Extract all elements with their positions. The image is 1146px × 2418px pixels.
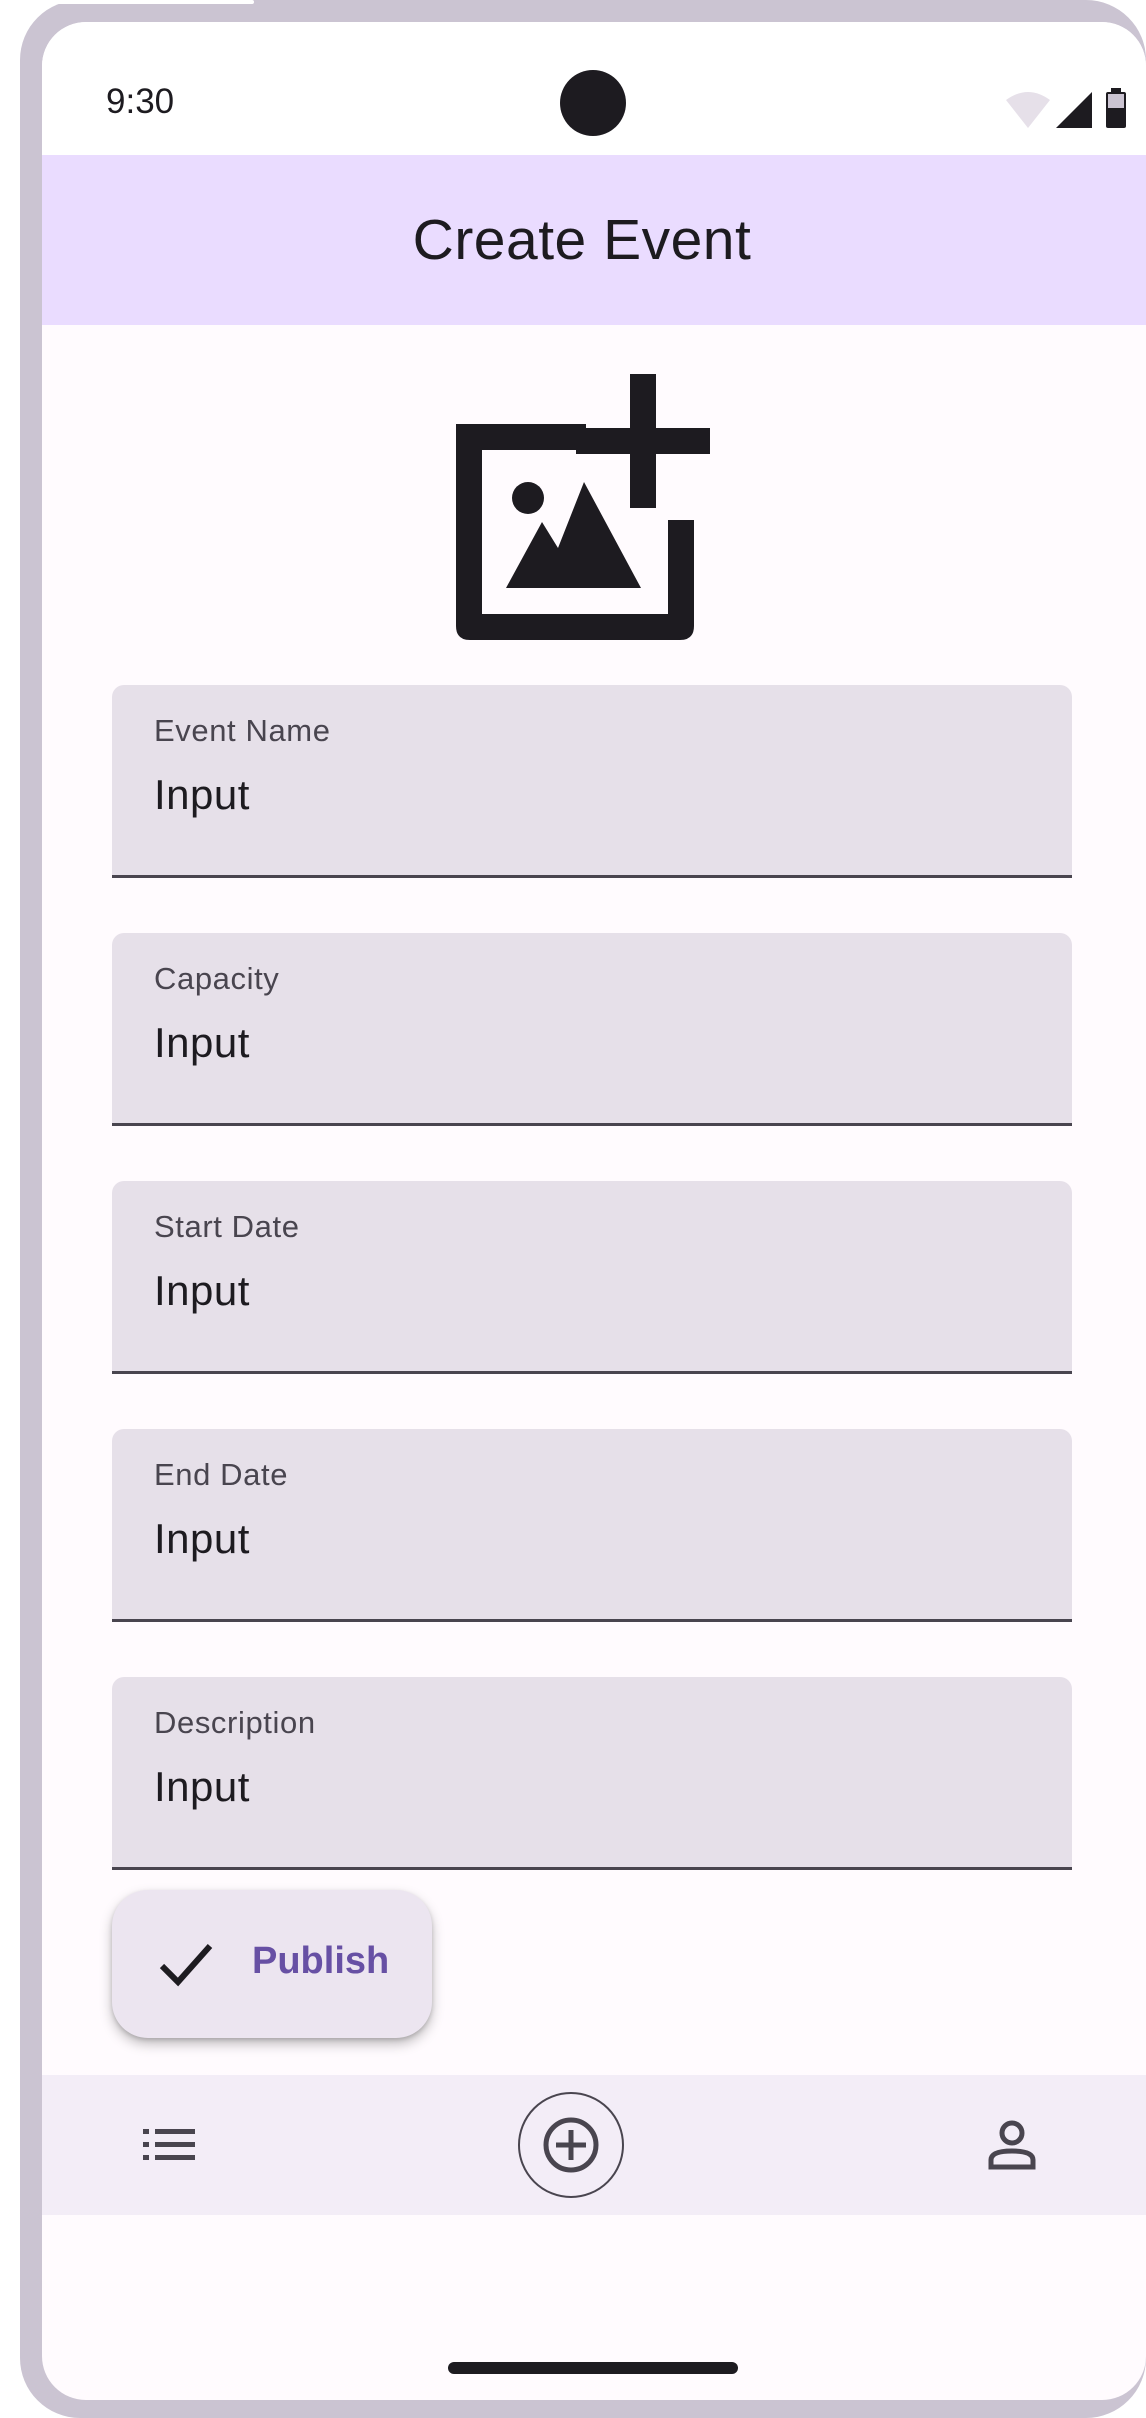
phone-screen: 9:30 Create Event Event Name Capa <box>42 22 1146 2400</box>
description-label: Description <box>154 1705 316 1740</box>
nav-item-profile[interactable] <box>972 2075 1052 2215</box>
nav-add-indicator <box>518 2092 624 2198</box>
end-date-field[interactable]: End Date <box>112 1429 1072 1622</box>
event-name-label: Event Name <box>154 713 331 748</box>
nav-item-list[interactable] <box>130 2075 210 2215</box>
home-indicator[interactable] <box>448 2362 738 2374</box>
frame-edge <box>44 0 254 4</box>
add-circle-icon <box>543 2117 599 2173</box>
status-time: 9:30 <box>106 82 175 121</box>
add-photo-icon[interactable] <box>436 374 746 652</box>
wifi-icon <box>1006 92 1050 128</box>
cell-signal-icon <box>1056 92 1092 128</box>
check-icon <box>159 1944 213 1987</box>
app-bar: Create Event <box>42 155 1146 325</box>
nav-item-create[interactable] <box>518 2075 624 2215</box>
capacity-input[interactable] <box>154 1019 1034 1067</box>
bottom-navigation <box>42 2075 1146 2215</box>
end-date-input[interactable] <box>154 1515 1034 1563</box>
start-date-label: Start Date <box>154 1209 300 1244</box>
list-icon <box>143 2129 195 2160</box>
capacity-field[interactable]: Capacity <box>112 933 1072 1126</box>
end-date-label: End Date <box>154 1457 289 1492</box>
status-bar: 9:30 <box>42 22 1146 155</box>
status-icons <box>1006 88 1126 128</box>
description-input[interactable] <box>154 1763 1034 1811</box>
camera-cutout <box>560 70 626 136</box>
event-name-field[interactable]: Event Name <box>112 685 1072 878</box>
start-date-input[interactable] <box>154 1267 1034 1315</box>
page-title: Create Event <box>412 208 752 272</box>
start-date-field[interactable]: Start Date <box>112 1181 1072 1374</box>
profile-icon <box>988 2120 1036 2170</box>
publish-button[interactable]: Publish <box>112 1890 432 2038</box>
publish-label: Publish <box>252 1940 390 1982</box>
battery-icon <box>1106 88 1126 128</box>
description-field[interactable]: Description <box>112 1677 1072 1870</box>
event-name-input[interactable] <box>154 771 1034 819</box>
capacity-label: Capacity <box>154 961 280 996</box>
